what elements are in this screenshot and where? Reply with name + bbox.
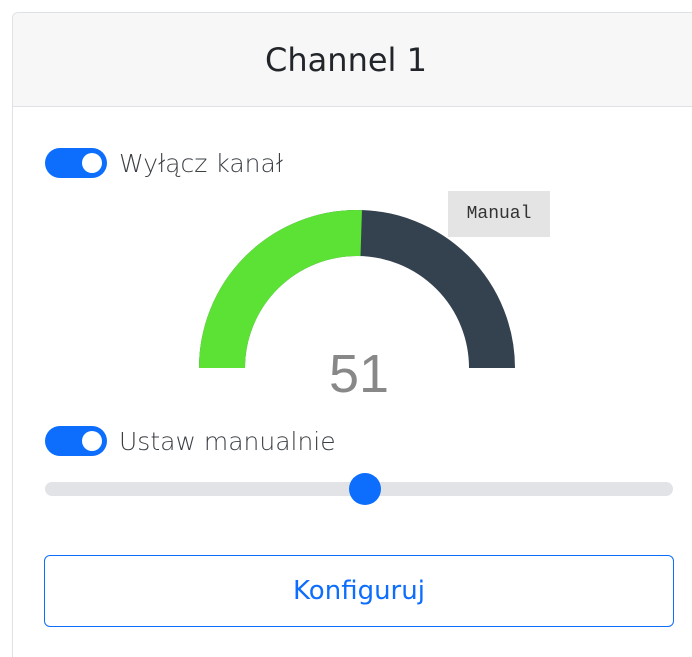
manual-value-slider[interactable] [45,473,673,505]
card-title: Channel 1 [265,40,427,79]
disable-channel-toggle-row[interactable]: Wyłącz kanał [45,148,283,178]
mode-badge: Manual [448,191,550,237]
manual-mode-toggle[interactable] [45,426,107,456]
toggle-knob [82,153,102,173]
manual-mode-toggle-row[interactable]: Ustaw manualnie [45,426,336,456]
slider-thumb[interactable] [349,473,382,505]
gauge-value: 51 [328,344,390,404]
card-header: Channel 1 [13,13,692,107]
toggle-knob [82,431,102,451]
manual-mode-label: Ustaw manualnie [119,426,336,456]
disable-channel-label: Wyłącz kanał [119,148,283,178]
channel-card: Channel 1 Wyłącz kanał Ustaw manualnie M… [12,12,692,657]
configure-button[interactable]: Konfiguruj [44,555,674,627]
disable-channel-toggle[interactable] [45,148,107,178]
